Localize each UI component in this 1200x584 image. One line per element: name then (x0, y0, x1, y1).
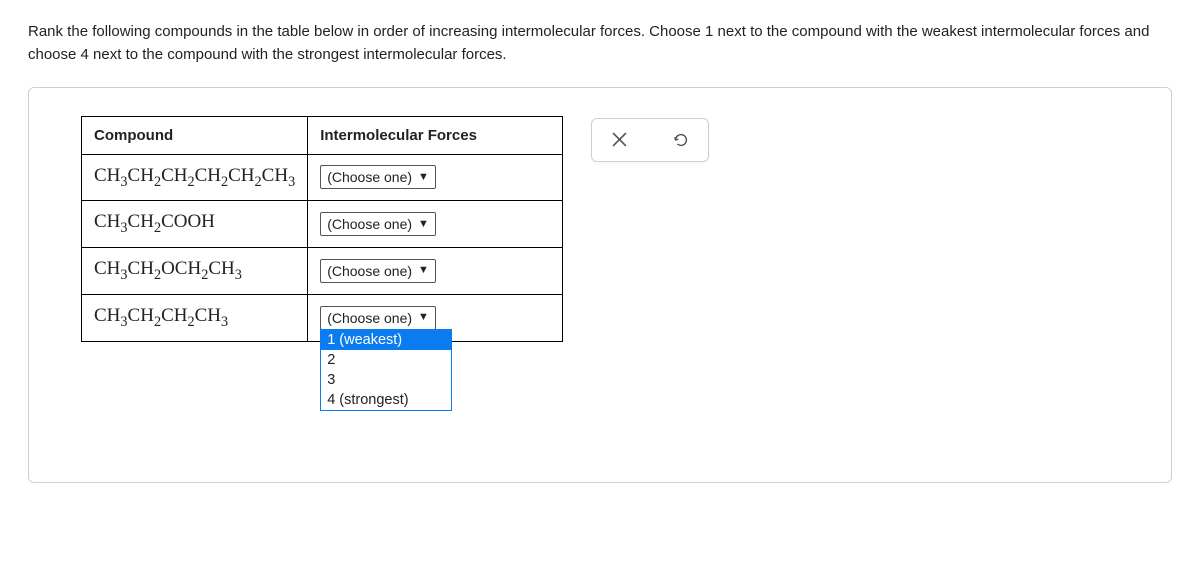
header-compound: Compound (82, 116, 308, 154)
rank-select-label: (Choose one) (327, 216, 412, 232)
rank-option[interactable]: 2 (321, 350, 451, 370)
compound-table: Compound Intermolecular Forces CH3CH2CH2… (81, 116, 563, 342)
header-forces: Intermolecular Forces (308, 116, 563, 154)
rank-select-label: (Choose one) (327, 263, 412, 279)
rank-option[interactable]: 4 (strongest) (321, 390, 451, 410)
rank-select-label: (Choose one) (327, 169, 412, 185)
answer-panel: Compound Intermolecular Forces CH3CH2CH2… (28, 87, 1172, 483)
compound-formula: CH3CH2OCH2CH3 (94, 258, 242, 279)
chevron-down-icon: ▼ (418, 312, 429, 323)
undo-icon (672, 131, 690, 149)
rank-option[interactable]: 3 (321, 370, 451, 390)
rank-dropdown-list: 1 (weakest) 2 3 4 (strongest) (320, 329, 452, 411)
rank-option[interactable]: 1 (weakest) (321, 330, 451, 350)
rank-select[interactable]: (Choose one) ▼ (320, 165, 436, 189)
clear-button[interactable] (608, 129, 630, 151)
rank-select[interactable]: (Choose one) ▼ (320, 212, 436, 236)
rank-select[interactable]: (Choose one) ▼ (320, 306, 436, 330)
table-row: CH3CH2COOH (Choose one) ▼ (82, 201, 563, 248)
chevron-down-icon: ▼ (418, 172, 429, 183)
question-text: Rank the following compounds in the tabl… (28, 20, 1172, 67)
compound-formula: CH3CH2CH2CH2CH2CH3 (94, 165, 295, 186)
table-row: CH3CH2OCH2CH3 (Choose one) ▼ (82, 248, 563, 295)
action-bar (591, 118, 709, 162)
reset-button[interactable] (670, 129, 692, 151)
rank-select[interactable]: (Choose one) ▼ (320, 259, 436, 283)
compound-formula: CH3CH2COOH (94, 211, 215, 232)
chevron-down-icon: ▼ (418, 265, 429, 276)
table-row: CH3CH2CH2CH3 (Choose one) ▼ 1 (weakest) … (82, 294, 563, 341)
rank-select-label: (Choose one) (327, 310, 412, 326)
compound-formula: CH3CH2CH2CH3 (94, 305, 228, 326)
close-icon (612, 132, 627, 147)
table-row: CH3CH2CH2CH2CH2CH3 (Choose one) ▼ (82, 154, 563, 201)
chevron-down-icon: ▼ (418, 219, 429, 230)
